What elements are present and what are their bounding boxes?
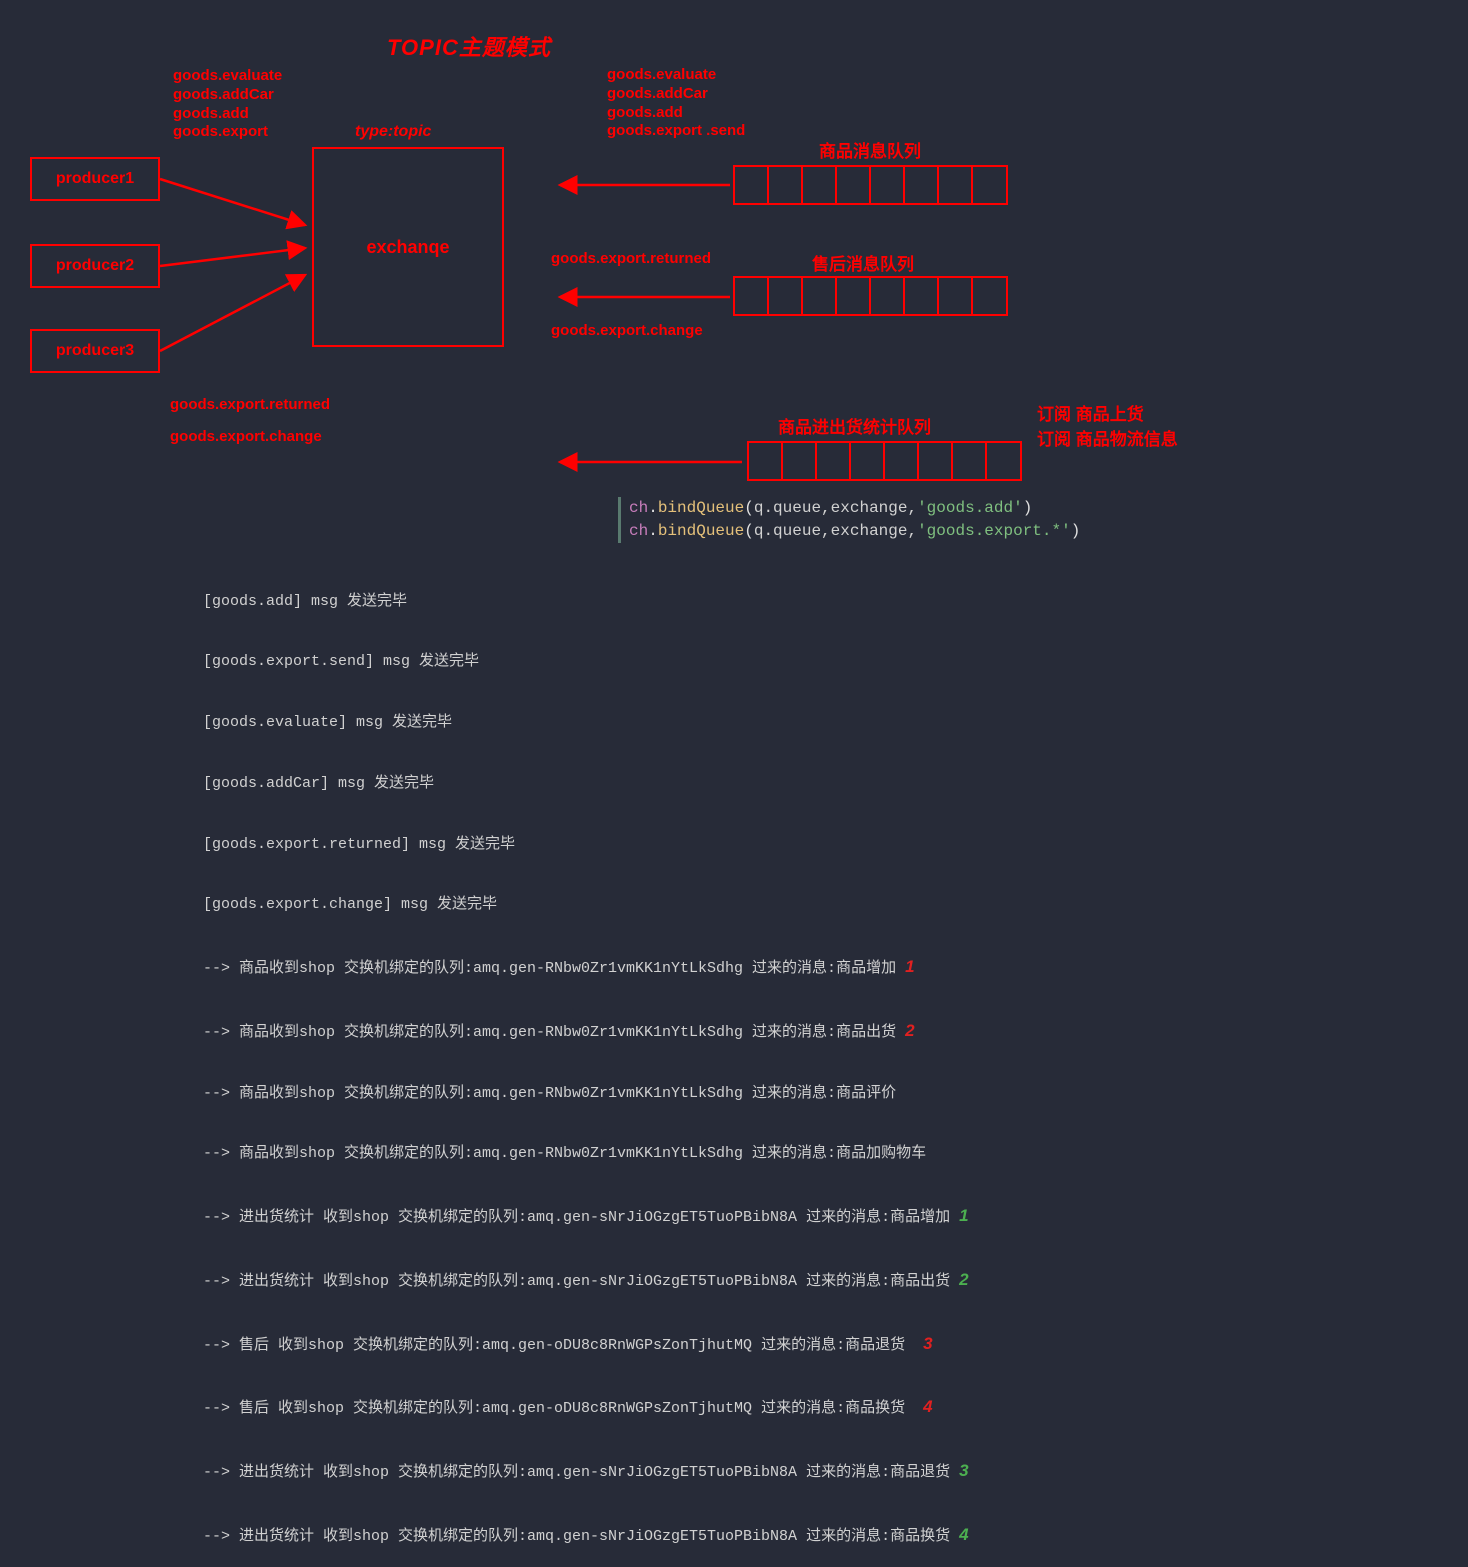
producer-1: producer1 [30, 157, 160, 201]
log-line: [goods.export.send] msg 发送完毕 [203, 652, 969, 672]
log-line: --> 商品收到shop 交换机绑定的队列:amq.gen-RNbw0Zr1vm… [203, 956, 969, 979]
after-queue-key-bot: goods.export.change [551, 322, 703, 341]
log-line: --> 商品收到shop 交换机绑定的队列:amq.gen-RNbw0Zr1vm… [203, 1084, 969, 1104]
log-line: --> 进出货统计 收到shop 交换机绑定的队列:amq.gen-sNrJiO… [203, 1205, 969, 1228]
log-output: [goods.add] msg 发送完毕 [goods.export.send]… [203, 551, 969, 1567]
goods-queue [733, 165, 1008, 205]
log-line: [goods.addCar] msg 发送完毕 [203, 774, 969, 794]
producer-keys-bottom-2: goods.export.change [170, 428, 322, 447]
goods-queue-keys: goods.evaluate goods.addCar goods.add go… [607, 66, 745, 141]
producer-3: producer3 [30, 329, 160, 373]
producer-2: producer2 [30, 244, 160, 288]
after-queue-key-top: goods.export.returned [551, 250, 711, 269]
after-queue [733, 276, 1008, 316]
producer-keys-bottom-1: goods.export.returned [170, 396, 330, 415]
code-snippet: ch.bindQueue(q.queue,exchange,'goods.add… [618, 497, 1080, 543]
log-line: [goods.add] msg 发送完毕 [203, 592, 969, 612]
goods-queue-label: 商品消息队列 [819, 137, 921, 162]
log-line: --> 商品收到shop 交换机绑定的队列:amq.gen-RNbw0Zr1vm… [203, 1020, 969, 1043]
log-line: --> 进出货统计 收到shop 交换机绑定的队列:amq.gen-sNrJiO… [203, 1524, 969, 1547]
producer-keys-top: goods.evaluate goods.addCar goods.add go… [173, 67, 282, 142]
log-line: --> 商品收到shop 交换机绑定的队列:amq.gen-RNbw0Zr1vm… [203, 1144, 969, 1164]
stats-queue-label: 商品进出货统计队列 [778, 413, 931, 438]
diagram-title: TOPIC主题模式 [387, 30, 551, 62]
log-line: [goods.evaluate] msg 发送完毕 [203, 713, 969, 733]
stats-sub-2: 订阅 商品物流信息 [1037, 428, 1178, 452]
log-line: --> 售后 收到shop 交换机绑定的队列:amq.gen-oDU8c8RnW… [203, 1333, 969, 1356]
log-line: [goods.export.returned] msg 发送完毕 [203, 835, 969, 855]
exchange-box: exchanqe [312, 147, 504, 347]
log-line: --> 进出货统计 收到shop 交换机绑定的队列:amq.gen-sNrJiO… [203, 1460, 969, 1483]
log-line: [goods.export.change] msg 发送完毕 [203, 895, 969, 915]
stats-sub-1: 订阅 商品上货 [1037, 403, 1144, 427]
exchange-type-label: type:topic [355, 123, 431, 141]
log-line: --> 进出货统计 收到shop 交换机绑定的队列:amq.gen-sNrJiO… [203, 1269, 969, 1292]
log-line: --> 售后 收到shop 交换机绑定的队列:amq.gen-oDU8c8RnW… [203, 1396, 969, 1419]
after-queue-label: 售后消息队列 [812, 250, 914, 275]
code-line-2: ch.bindQueue(q.queue,exchange,'goods.exp… [629, 520, 1080, 543]
stats-queue [747, 441, 1022, 481]
code-line-1: ch.bindQueue(q.queue,exchange,'goods.add… [629, 497, 1080, 520]
